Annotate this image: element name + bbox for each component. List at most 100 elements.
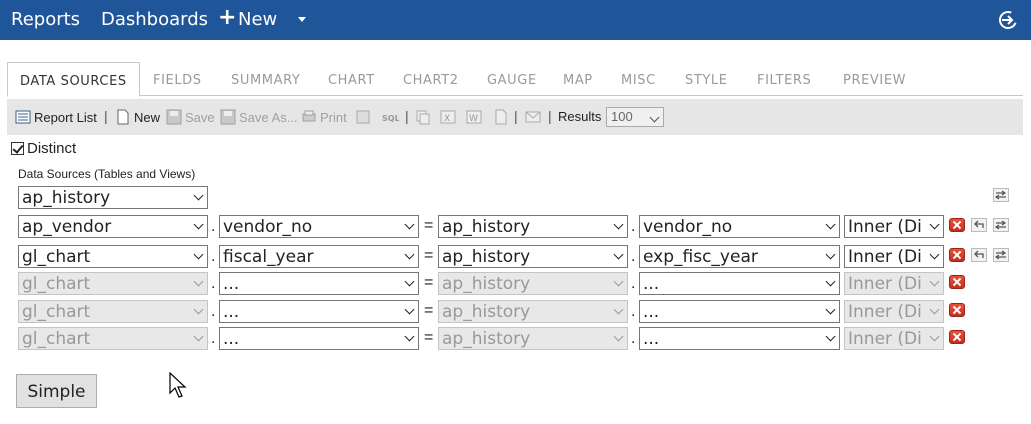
join-field-select[interactable]: vendor_no — [219, 215, 419, 238]
join-target-field-select[interactable]: ... — [639, 272, 840, 295]
join-target-field-value: ... — [643, 274, 660, 294]
export-icon[interactable] — [355, 109, 371, 125]
tab-misc[interactable]: MISC — [621, 62, 656, 96]
nav-new-button[interactable]: + New — [218, 5, 278, 30]
save-as-button[interactable]: Save As... — [220, 109, 298, 125]
toolbar: Report List | New Save Save As... Print … — [7, 99, 1023, 135]
dot-separator: . — [211, 218, 216, 235]
equals-sign: = — [424, 329, 434, 346]
nav-dashboards-link[interactable]: Dashboards — [101, 9, 208, 30]
join-table-select[interactable]: gl_chart — [18, 327, 208, 350]
mouse-cursor-icon — [169, 372, 187, 398]
save-as-label: Save As... — [239, 109, 298, 125]
word-icon[interactable]: W — [466, 109, 482, 125]
new-label: New — [134, 109, 161, 125]
tab-data-sources[interactable]: DATA SOURCES — [7, 62, 140, 97]
tab-preview[interactable]: PREVIEW — [843, 62, 906, 96]
join-target-table-value: ap_history — [442, 217, 531, 237]
delete-join-icon[interactable] — [949, 303, 965, 317]
distinct-checkbox[interactable] — [11, 142, 24, 155]
save-icon — [166, 109, 182, 125]
nav-reports-link[interactable]: Reports — [11, 9, 80, 30]
join-target-table-select[interactable]: ap_history — [438, 272, 628, 295]
join-target-table-value: ap_history — [442, 274, 531, 294]
join-table-select[interactable]: ap_vendor — [18, 215, 208, 238]
tab-bar: DATA SOURCES FIELDS SUMMARY CHART CHART2… — [7, 62, 1023, 97]
nav-new-label: New — [238, 9, 278, 30]
delete-join-icon[interactable] — [949, 275, 965, 289]
copy-icon[interactable] — [415, 109, 431, 125]
join-table-value: gl_chart — [22, 302, 91, 322]
join-target-field-value: vendor_no — [643, 217, 733, 237]
pdf-icon[interactable] — [493, 109, 509, 125]
dot-separator: . — [211, 330, 216, 347]
join-target-field-select[interactable]: ... — [639, 300, 840, 323]
join-target-table-select[interactable]: ap_history — [438, 245, 628, 268]
primary-table-select[interactable]: ap_history — [18, 186, 208, 209]
join-field-value: ... — [223, 329, 240, 349]
report-list-button[interactable]: Report List — [15, 109, 97, 125]
list-icon — [15, 110, 31, 124]
join-type-select[interactable]: Inner (Di — [844, 272, 944, 295]
delete-join-icon[interactable] — [949, 248, 965, 262]
sql-icon[interactable]: SQL — [381, 109, 399, 125]
join-field-select[interactable]: ... — [219, 272, 419, 295]
save-button[interactable]: Save — [166, 109, 215, 125]
chevron-down-icon[interactable] — [298, 17, 306, 22]
undo-join-icon[interactable] — [971, 248, 987, 262]
join-type-select[interactable]: Inner (Di — [844, 215, 944, 238]
tab-map[interactable]: MAP — [563, 62, 593, 96]
join-table-select[interactable]: gl_chart — [18, 300, 208, 323]
save-label: Save — [185, 109, 215, 125]
excel-icon[interactable]: X — [440, 109, 456, 125]
join-table-select[interactable]: gl_chart — [18, 245, 208, 268]
join-target-table-value: ap_history — [442, 302, 531, 322]
join-field-select[interactable]: ... — [219, 327, 419, 350]
tab-fields[interactable]: FIELDS — [153, 62, 202, 96]
join-type-select[interactable]: Inner (Di — [844, 327, 944, 350]
top-nav-bar: Reports Dashboards + New — [0, 0, 1031, 40]
equals-sign: = — [424, 302, 434, 319]
join-table-select[interactable]: gl_chart — [18, 272, 208, 295]
delete-join-icon[interactable] — [949, 218, 965, 232]
join-target-table-select[interactable]: ap_history — [438, 215, 628, 238]
dot-separator: . — [631, 248, 636, 265]
dot-separator: . — [211, 303, 216, 320]
join-field-select[interactable]: ... — [219, 300, 419, 323]
new-button[interactable]: New — [115, 109, 160, 125]
tab-chart2[interactable]: CHART2 — [403, 62, 459, 96]
simple-button[interactable]: Simple — [16, 374, 97, 408]
undo-join-icon[interactable] — [971, 218, 987, 232]
results-select[interactable]: 100 — [606, 107, 664, 127]
join-field-select[interactable]: fiscal_year — [219, 245, 419, 268]
join-target-field-select[interactable]: ... — [639, 327, 840, 350]
join-type-select[interactable]: Inner (Di — [844, 245, 944, 268]
join-target-field-select[interactable]: vendor_no — [639, 215, 840, 238]
separator: | — [548, 108, 552, 124]
separator: | — [104, 108, 108, 124]
print-button[interactable]: Print — [301, 109, 347, 125]
email-icon[interactable] — [525, 109, 541, 125]
distinct-label: Distinct — [27, 140, 77, 157]
dot-separator: . — [211, 248, 216, 265]
add-join-icon[interactable] — [993, 188, 1009, 202]
results-value: 100 — [611, 109, 633, 124]
tab-chart[interactable]: CHART — [328, 62, 375, 96]
add-join-icon[interactable] — [993, 218, 1009, 232]
tab-filters[interactable]: FILTERS — [757, 62, 811, 96]
join-table-value: gl_chart — [22, 247, 91, 267]
separator: | — [405, 108, 409, 124]
primary-table-value: ap_history — [22, 188, 111, 208]
tab-summary[interactable]: SUMMARY — [231, 62, 300, 96]
tab-style[interactable]: STYLE — [685, 62, 728, 96]
join-target-table-select[interactable]: ap_history — [438, 300, 628, 323]
join-target-table-select[interactable]: ap_history — [438, 327, 628, 350]
add-join-icon[interactable] — [993, 248, 1009, 262]
tab-gauge[interactable]: GAUGE — [487, 62, 537, 96]
new-document-icon — [117, 109, 129, 125]
delete-join-icon[interactable] — [949, 330, 965, 344]
join-target-field-select[interactable]: exp_fisc_year — [639, 245, 840, 268]
dot-separator: . — [631, 330, 636, 347]
join-type-select[interactable]: Inner (Di — [844, 300, 944, 323]
logout-icon[interactable] — [998, 10, 1018, 30]
